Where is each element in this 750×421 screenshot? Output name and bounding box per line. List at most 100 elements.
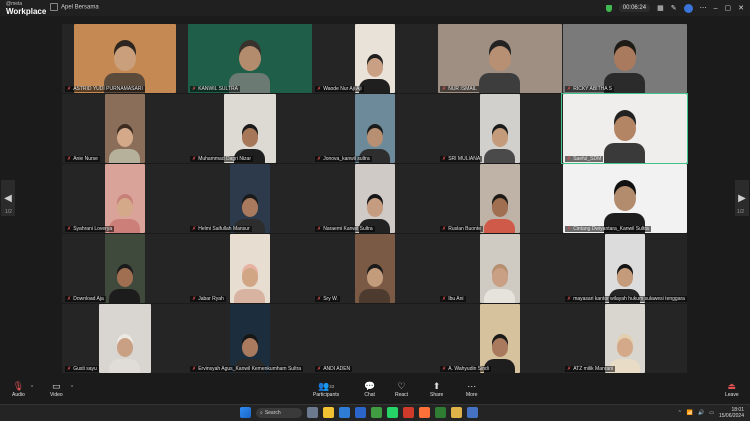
participant-tile[interactable]: ✗ Gusti sayu	[62, 304, 187, 373]
participants-button[interactable]: 👥33 Participants	[313, 381, 339, 398]
participant-figure	[484, 128, 516, 163]
participant-video	[354, 234, 395, 303]
clock[interactable]: 18:01 15/06/2024	[719, 407, 744, 419]
participant-name: ✗ Jonova_kanwil sultra	[315, 156, 372, 162]
chevron-up-icon[interactable]: ⌃	[678, 410, 682, 416]
participant-video	[562, 24, 687, 93]
file-explorer-icon[interactable]	[323, 407, 334, 418]
participant-name: ✗ RICKY ABITHA S	[565, 86, 615, 92]
participant-name-label: mayasari kantor wilayah hukum sulawesi t…	[573, 296, 685, 302]
app-red-icon[interactable]	[403, 407, 414, 418]
chat-button[interactable]: 💬 Chat	[364, 381, 375, 398]
participant-tile[interactable]: ✗ Naraemi Kanwil Sultra	[312, 164, 437, 233]
close-icon[interactable]: ✕	[738, 4, 744, 12]
vscode-icon[interactable]	[339, 407, 350, 418]
audio-button[interactable]: 🎙 Audio	[12, 381, 25, 398]
participant-body	[109, 288, 140, 303]
participant-name-label: Syahrani Loverya	[73, 226, 113, 232]
share-screen-icon: ⬆	[432, 381, 441, 391]
video-options-chevron[interactable]: ⌃	[70, 385, 74, 391]
participant-name-label: A. Wahyudin Sindi	[448, 366, 489, 372]
participant-tile[interactable]: ✗ Cintang Dwiyantara_Kanwil Sultra	[562, 164, 687, 233]
mic-muted-icon: ✗	[67, 86, 72, 92]
search-icon: ⌕	[260, 409, 263, 416]
video-button[interactable]: ▭ Video	[50, 381, 63, 398]
windows-start-icon[interactable]	[240, 407, 251, 418]
participant-name: ✗ Jabar Ryah	[190, 296, 226, 302]
leave-icon: ⏏	[727, 381, 737, 391]
participant-tile[interactable]: ✗ A. Wahyudin Sindi	[437, 304, 562, 373]
app-logo: @meta Workplace	[6, 1, 46, 16]
maximize-icon[interactable]: ▢	[725, 4, 732, 12]
mic-muted-icon: ✗	[442, 86, 447, 92]
mic-muted-icon: ✗	[192, 296, 197, 302]
taskbar-apps: ⌕ Search	[240, 407, 478, 418]
participant-tile[interactable]: ✗ Sry W.	[312, 234, 437, 303]
os-taskbar: ⌕ Search ⌃ 📶 🔊 ▭ 18:01 15/06/2024	[0, 404, 750, 421]
participant-video	[604, 304, 645, 373]
participant-tile[interactable]: ✗ KANWIL SULTRA	[187, 24, 312, 93]
chrome-icon[interactable]	[371, 407, 382, 418]
leave-button[interactable]: ⏏ Leave	[725, 381, 739, 398]
participant-tile[interactable]: ✗ ATZ milik Manrani	[562, 304, 687, 373]
participant-tile[interactable]: ✗ Jabar Ryah	[187, 234, 312, 303]
participant-video	[229, 164, 270, 233]
notes-icon[interactable]	[451, 407, 462, 418]
mic-muted-icon: ✗	[67, 226, 72, 232]
page-indicator-left: 1/2	[5, 209, 12, 215]
participant-tile[interactable]: ✗ Syahrani Loverya	[62, 164, 187, 233]
participant-tile[interactable]: ✗ Ibu Ani	[437, 234, 562, 303]
participant-head	[241, 338, 258, 357]
more-options-icon[interactable]: ⋯	[700, 4, 707, 12]
participants-count: 33	[329, 384, 335, 389]
whatsapp-icon[interactable]	[387, 407, 398, 418]
participant-tile[interactable]: ✗ RICKY ABITHA S	[562, 24, 687, 93]
participant-tile[interactable]: ✗ Saeful_SDM	[561, 93, 688, 164]
participant-tile[interactable]: ✗ NUR ISMAIL	[437, 24, 562, 93]
participant-name: ✗ mayasari kantor wilayah hukum sulawesi …	[565, 296, 687, 302]
video-label: Video	[50, 392, 63, 398]
participant-head	[613, 115, 636, 142]
task-view-icon[interactable]	[307, 407, 318, 418]
participant-tile[interactable]: ✗ Jonova_kanwil sultra	[312, 94, 437, 163]
participant-tile[interactable]: ✗ Download Aja	[62, 234, 187, 303]
speaker-icon[interactable]: 🔊	[698, 410, 704, 416]
share-button[interactable]: ⬆ Share	[430, 381, 443, 398]
title-bar-right: 00:06:24 ▦ ✎ ⋯ – ▢ ✕	[605, 1, 744, 15]
chevron-up-icon: ⌃	[30, 385, 35, 391]
participant-name: ✗ Sry W.	[315, 296, 340, 302]
participant-head	[616, 338, 633, 357]
participant-tile[interactable]: ✗ mayasari kantor wilayah hukum sulawesi …	[562, 234, 687, 303]
participant-tile[interactable]: ✗ Ervinsyah Agus_Kanwil Kemenkumham Sultr…	[187, 304, 312, 373]
more-button[interactable]: ⋯ More	[466, 381, 477, 398]
react-button[interactable]: ♡ React	[395, 381, 408, 398]
wifi-icon[interactable]: 📶	[687, 410, 693, 416]
participant-tile[interactable]: ✗ Muhammad Dagri Nizar	[187, 94, 312, 163]
word-icon[interactable]	[355, 407, 366, 418]
participant-video	[229, 234, 270, 303]
minimize-icon[interactable]: –	[714, 5, 718, 12]
participant-tile[interactable]: ✗ Ruslan Buonte	[437, 164, 562, 233]
taskbar-search[interactable]: ⌕ Search	[256, 407, 302, 418]
workplace-taskbar-icon[interactable]	[467, 407, 478, 418]
participant-video	[479, 164, 520, 233]
participant-head	[241, 128, 258, 147]
participant-tile[interactable]: ✗ ANDI ADEN	[312, 304, 437, 373]
profile-avatar[interactable]	[683, 3, 693, 13]
firefox-icon[interactable]	[419, 407, 430, 418]
participant-tile[interactable]: ✗ Helmi Saifullah Mansur	[187, 164, 312, 233]
battery-icon[interactable]: ▭	[709, 410, 714, 416]
participant-tile[interactable]: ✗ ASTRID YUDI PURNAMASARI	[62, 24, 187, 93]
audio-options-chevron[interactable]: ⌃	[30, 385, 34, 391]
grid-icon[interactable]: ▦	[657, 4, 664, 12]
edit-icon[interactable]: ✎	[671, 4, 677, 12]
participant-name: ✗ Muhammad Dagri Nizar	[190, 156, 253, 162]
video-grid: ✗ ASTRID YUDI PURNAMASARI ✗ KANWIL SULTRA ✗ W…	[0, 16, 750, 377]
excel-icon[interactable]	[435, 407, 446, 418]
mic-muted-icon: ✗	[317, 366, 322, 372]
participant-name: ✗ Ruslan Buonte	[440, 226, 484, 232]
participant-tile[interactable]: ✗ Waode Nur Aji Aji	[312, 24, 437, 93]
participant-name: ✗ SRI MULIANA	[440, 156, 483, 162]
participant-tile[interactable]: ✗ Anie Nurse	[62, 94, 187, 163]
participant-tile[interactable]: ✗ SRI MULIANA	[437, 94, 562, 163]
